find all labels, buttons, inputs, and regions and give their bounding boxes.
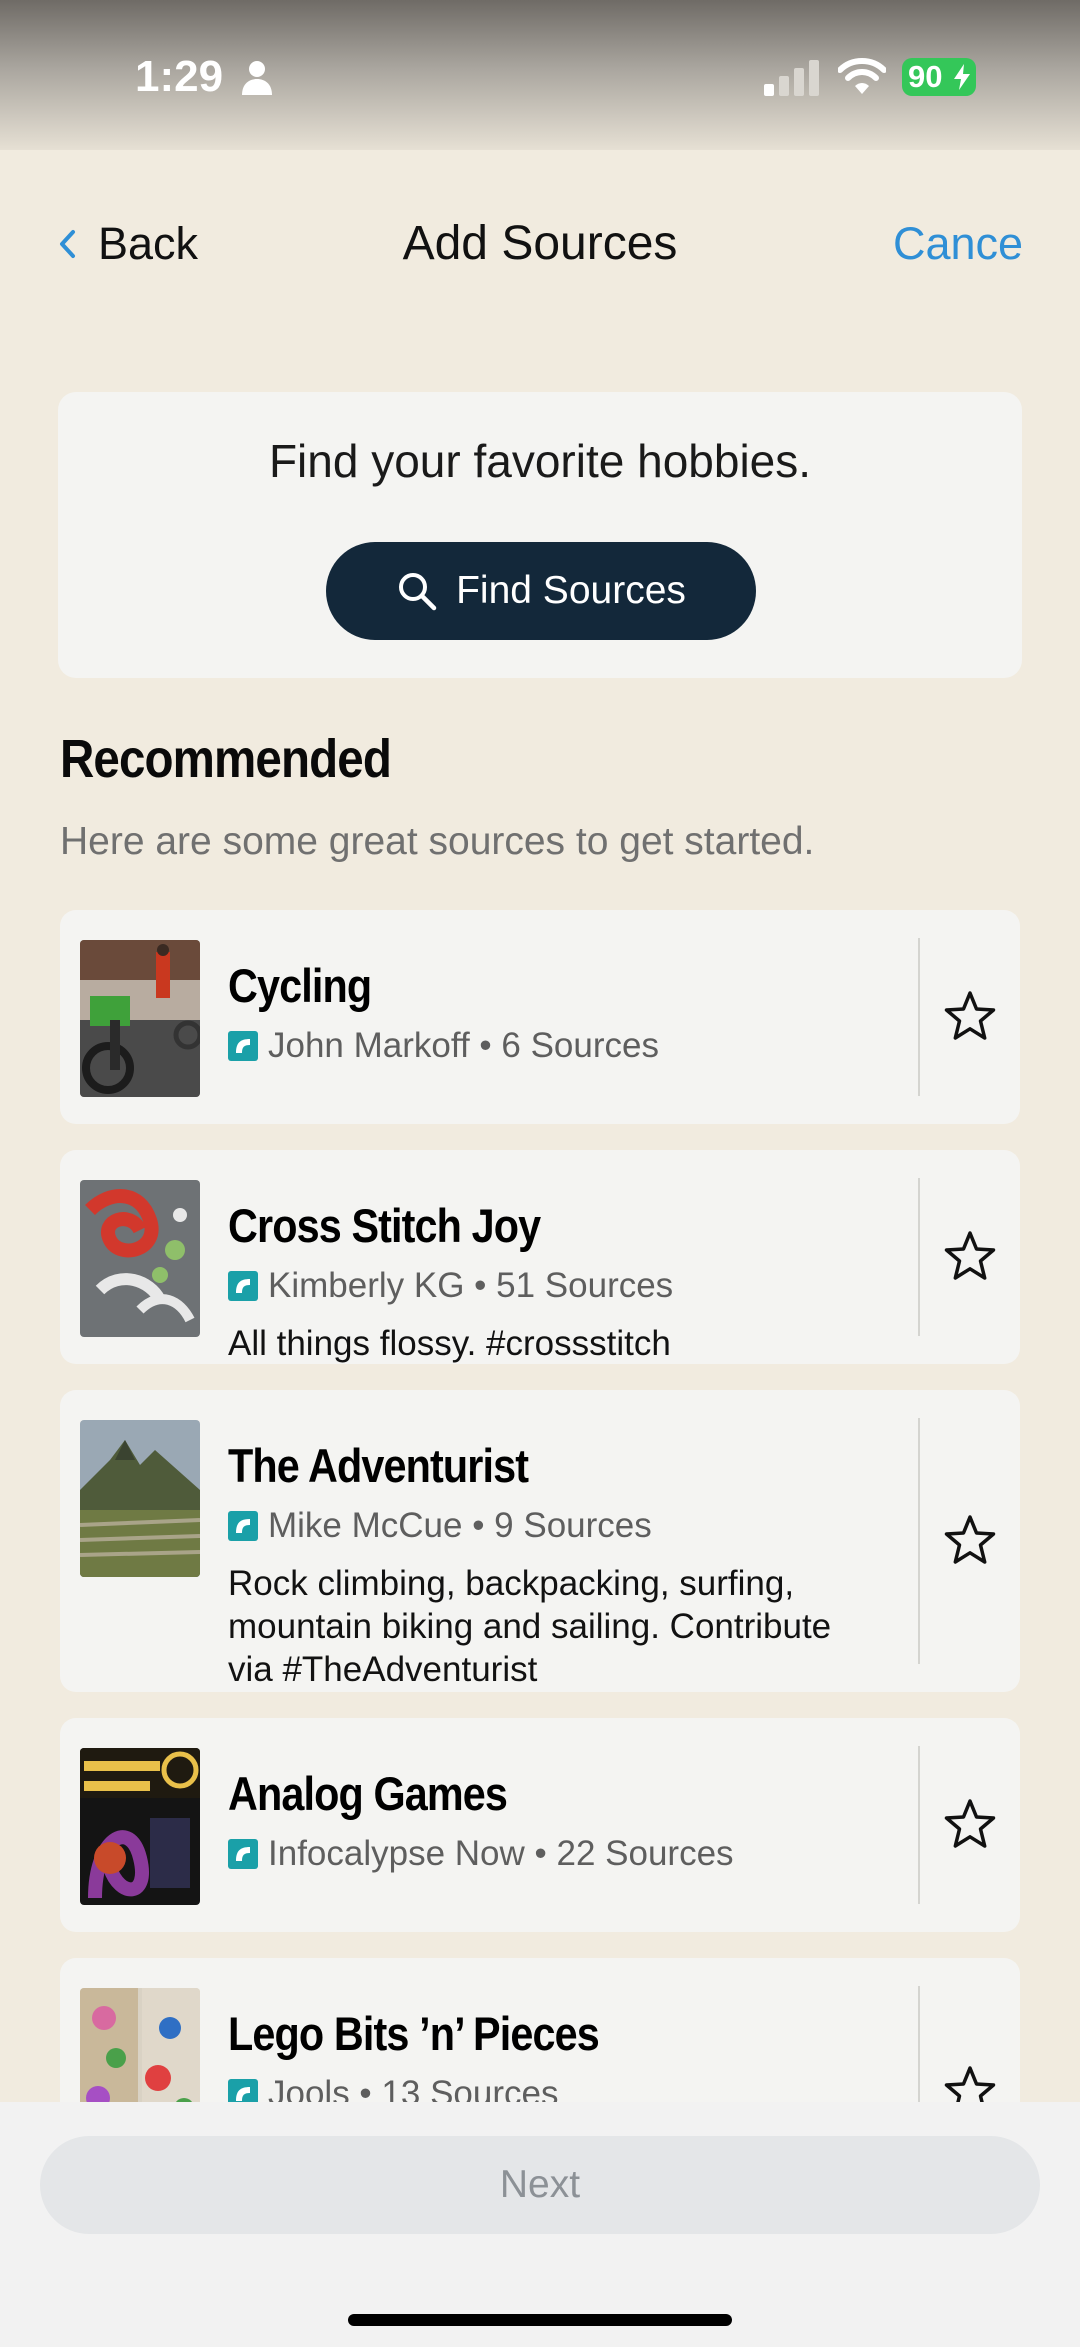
back-button[interactable]: Back (58, 214, 198, 274)
card-divider (918, 1178, 920, 1336)
cancel-button[interactable]: Cance (893, 214, 1080, 274)
section-subtitle: Here are some great sources to get start… (60, 820, 815, 863)
source-curator: Infocalypse Now • 22 Sources (268, 1834, 734, 1873)
source-curator: Kimberly KG • 51 Sources (268, 1266, 674, 1305)
find-sources-button[interactable]: Find Sources (326, 542, 756, 640)
source-title: Analog Games (228, 1767, 508, 1820)
star-icon[interactable] (940, 1795, 1000, 1855)
chevron-left-icon (60, 230, 75, 258)
flipboard-magazine-icon (228, 1271, 258, 1301)
star-icon[interactable] (940, 1511, 1000, 1571)
source-thumbnail (80, 1180, 200, 1337)
search-icon (399, 573, 437, 611)
find-sources-label: Find Sources (456, 569, 686, 612)
charging-bolt-icon (954, 64, 970, 90)
source-card-cycling[interactable]: Cycling John Markoff • 6 Sources (60, 910, 1020, 1124)
source-meta: Mike McCue • 9 Sources (228, 1506, 652, 1546)
battery-indicator: 90 (902, 58, 976, 96)
find-prompt: Find your favorite hobbies. (268, 435, 812, 487)
battery-level: 90 (908, 59, 943, 94)
status-bar: 1:29 90 (0, 0, 1080, 150)
star-icon[interactable] (940, 1227, 1000, 1287)
cellular-signal-icon (764, 60, 819, 96)
source-description: All things flossy. #crossstitch (228, 1324, 671, 1363)
source-card-cross-stitch-joy[interactable]: Cross Stitch Joy Kimberly KG • 51 Source… (60, 1150, 1020, 1364)
flipboard-magazine-icon (228, 1511, 258, 1541)
card-divider (918, 1418, 920, 1664)
source-title: The Adventurist (228, 1439, 529, 1492)
flipboard-magazine-icon (228, 1839, 258, 1869)
bottom-bar: Next (0, 2102, 1080, 2347)
page-title: Add Sources (402, 217, 678, 270)
source-description: Rock climbing, backpacking, surfing, mou… (228, 1564, 832, 1689)
person-icon (242, 61, 272, 95)
source-title: Lego Bits ’n’ Pieces (228, 2007, 600, 2060)
back-label: Back (98, 218, 199, 269)
source-meta: John Markoff • 6 Sources (228, 1026, 659, 1066)
source-thumbnail (80, 1748, 200, 1905)
source-card-the-adventurist[interactable]: The Adventurist Mike McCue • 9 Sources R… (60, 1390, 1020, 1692)
source-meta: Infocalypse Now • 22 Sources (228, 1834, 734, 1874)
source-title: Cross Stitch Joy (228, 1199, 541, 1252)
find-sources-card: Find your favorite hobbies. Find Sources (58, 392, 1022, 678)
source-meta: Kimberly KG • 51 Sources (228, 1266, 673, 1306)
home-indicator[interactable] (348, 2314, 732, 2326)
star-icon[interactable] (940, 987, 1000, 1047)
source-title: Cycling (228, 959, 372, 1012)
source-thumbnail (80, 940, 200, 1097)
card-divider (918, 1746, 920, 1904)
source-curator: Mike McCue • 9 Sources (268, 1506, 652, 1545)
source-card-analog-games[interactable]: Analog Games Infocalypse Now • 22 Source… (60, 1718, 1020, 1932)
wifi-icon (838, 58, 886, 94)
flipboard-magazine-icon (228, 1031, 258, 1061)
next-button[interactable]: Next (40, 2136, 1040, 2234)
status-time: 1:29 (135, 52, 224, 101)
section-title: Recommended (60, 729, 392, 789)
card-divider (918, 938, 920, 1096)
source-curator: John Markoff • 6 Sources (268, 1026, 659, 1065)
source-thumbnail (80, 1420, 200, 1577)
